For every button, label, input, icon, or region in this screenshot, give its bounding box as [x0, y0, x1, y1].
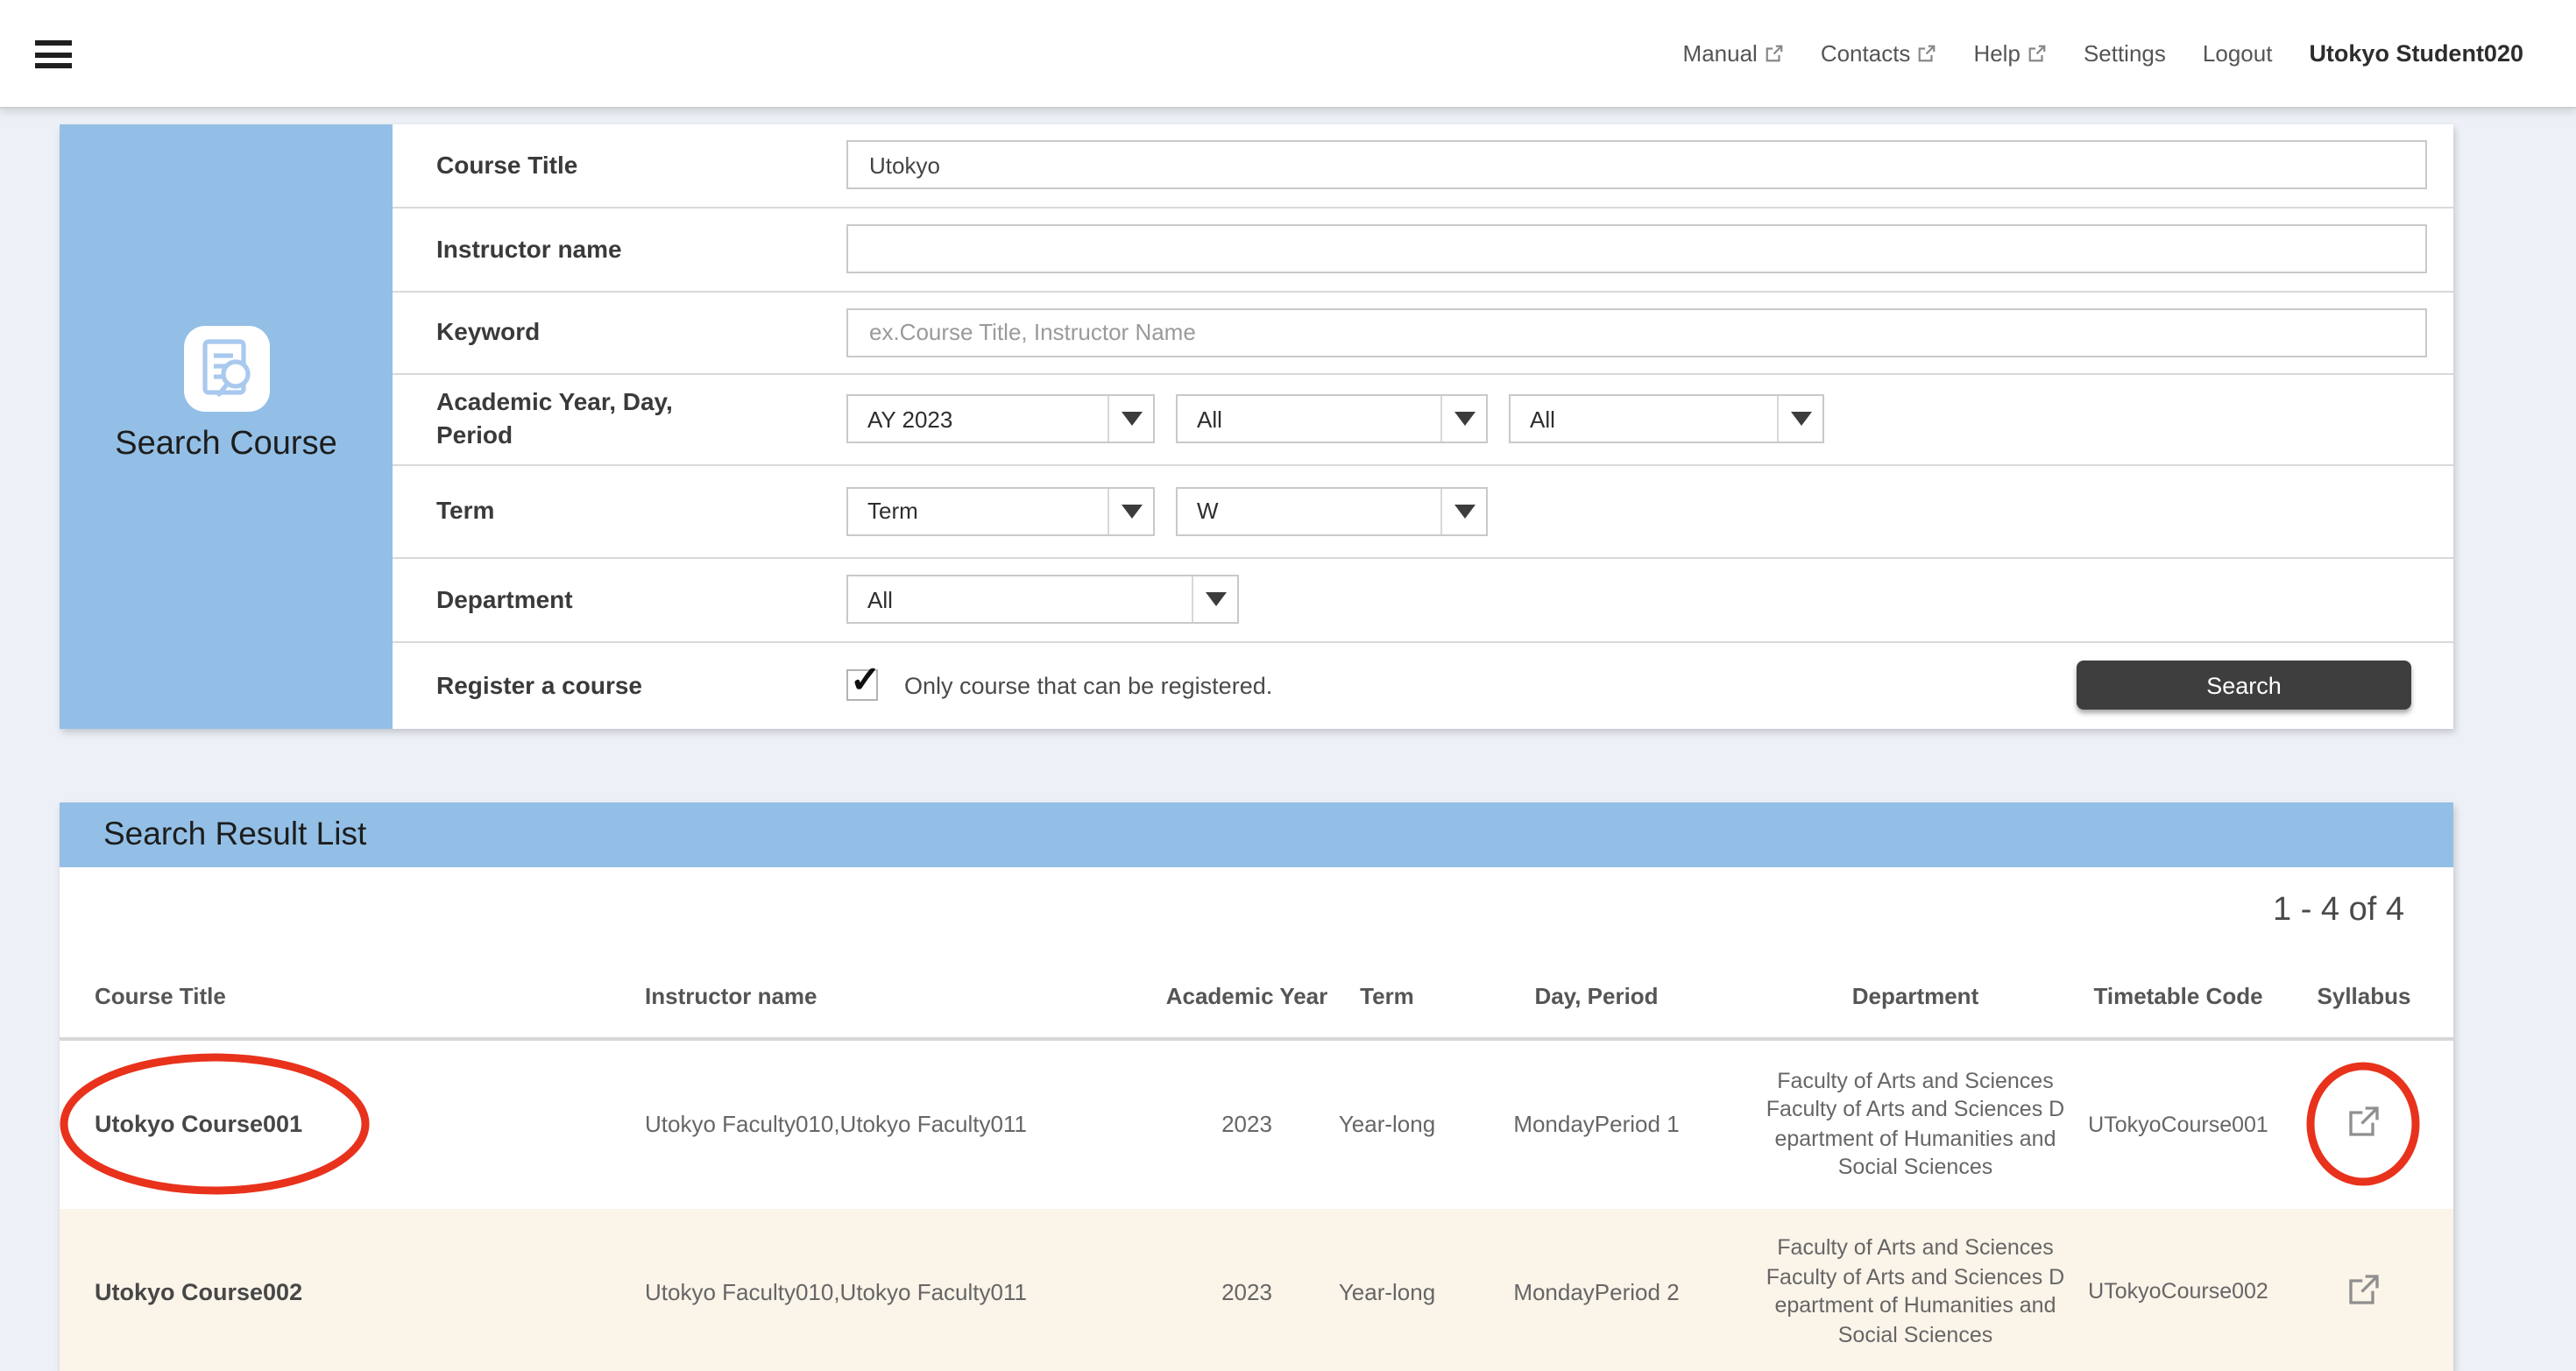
- department-cell: Faculty of Arts and Sciences Faculty of …: [1765, 1234, 2066, 1350]
- dropdown-arrow-icon: [1192, 576, 1237, 622]
- register-checkbox[interactable]: ✓: [846, 669, 878, 701]
- term-value-select-value: W: [1178, 488, 1440, 534]
- col-instructor-name: Instructor name: [603, 982, 1164, 1008]
- syllabus-external-link-icon[interactable]: [2346, 1272, 2381, 1307]
- instructor-cell: Utokyo Faculty010,Utokyo Faculty011: [603, 1112, 1164, 1138]
- top-bar: Manual Contacts Help Settings Logout Uto…: [0, 0, 2576, 107]
- academic-year-day-period-label: Academic Year, Day, Period: [436, 385, 717, 452]
- department-line: Faculty of Arts and Sciences Department …: [1765, 1096, 2066, 1183]
- period-select[interactable]: All: [1509, 394, 1824, 443]
- course-title-link[interactable]: Utokyo Course002: [95, 1279, 302, 1305]
- checkbox-check-icon: ✓: [850, 659, 881, 703]
- nav-logout[interactable]: Logout: [2203, 40, 2273, 67]
- dropdown-arrow-icon: [1440, 396, 1486, 442]
- col-department: Department: [1749, 982, 2082, 1008]
- search-course-title: Search Course: [60, 425, 393, 463]
- day-period-cell: MondayPeriod 1: [1444, 1112, 1749, 1138]
- external-link-icon: [2028, 44, 2047, 63]
- term-type-select-value: Term: [848, 488, 1108, 534]
- course-title-input[interactable]: [846, 140, 2427, 189]
- term-label: Term: [436, 494, 717, 527]
- nav-help-label: Help: [1973, 40, 2020, 67]
- col-term: Term: [1330, 982, 1444, 1008]
- nav-manual-label: Manual: [1683, 40, 1758, 67]
- form-row-keyword: Keyword: [393, 292, 2453, 374]
- department-select-value: All: [848, 576, 1192, 622]
- instructor-name-input[interactable]: [846, 224, 2427, 273]
- register-checkbox-label: Only course that can be registered.: [904, 672, 1272, 698]
- nav-settings-label: Settings: [2084, 40, 2166, 67]
- col-day-period: Day, Period: [1444, 982, 1749, 1008]
- col-timetable-code: Timetable Code: [2082, 982, 2275, 1008]
- department-line: Faculty of Arts and Sciences Department …: [1765, 1263, 2066, 1350]
- form-row-academic-year-day-period: Academic Year, Day, Period AY 2023 All A…: [393, 374, 2453, 465]
- search-course-sidebar: Search Course: [60, 124, 393, 728]
- hamburger-bar: [35, 52, 72, 57]
- external-link-icon: [1765, 44, 1784, 63]
- term-value-select[interactable]: W: [1176, 486, 1488, 535]
- nav-help[interactable]: Help: [1973, 40, 2047, 67]
- keyword-label: Keyword: [436, 315, 717, 349]
- result-count: 1 - 4 of 4: [60, 867, 2453, 953]
- search-result-panel: Search Result List 1 - 4 of 4 Course Tit…: [60, 802, 2453, 1371]
- search-button[interactable]: Search: [2077, 661, 2411, 710]
- keyword-input[interactable]: [846, 307, 2427, 357]
- nav-manual[interactable]: Manual: [1683, 40, 1784, 67]
- department-select[interactable]: All: [846, 575, 1239, 624]
- day-select-value: All: [1178, 396, 1440, 442]
- search-course-icon: [183, 325, 269, 411]
- page: Manual Contacts Help Settings Logout Uto…: [0, 0, 2576, 1371]
- form-row-course-title: Course Title: [393, 124, 2453, 208]
- nav-logout-label: Logout: [2203, 40, 2273, 67]
- department-line: Faculty of Arts and Sciences: [1765, 1067, 2066, 1096]
- academic-year-cell: 2023: [1164, 1112, 1330, 1138]
- result-list-title: Search Result List: [60, 802, 2453, 867]
- col-course-title: Course Title: [60, 982, 603, 1008]
- external-link-icon: [1917, 44, 1936, 63]
- term-type-select[interactable]: Term: [846, 486, 1155, 535]
- dropdown-arrow-icon: [1440, 488, 1486, 534]
- day-period-cell: MondayPeriod 2: [1444, 1279, 1749, 1305]
- col-academic-year: Academic Year: [1164, 982, 1330, 1008]
- course-title-label: Course Title: [436, 148, 717, 181]
- dropdown-arrow-icon: [1108, 488, 1153, 534]
- instructor-cell: Utokyo Faculty010,Utokyo Faculty011: [603, 1279, 1164, 1305]
- nav-contacts-label: Contacts: [1821, 40, 1911, 67]
- department-label: Department: [436, 583, 717, 616]
- period-select-value: All: [1511, 396, 1777, 442]
- hamburger-menu-icon[interactable]: [35, 40, 72, 74]
- dropdown-arrow-icon: [1777, 396, 1822, 442]
- form-row-department: Department All: [393, 558, 2453, 642]
- department-line: Faculty of Arts and Sciences: [1765, 1234, 2066, 1263]
- nav-settings[interactable]: Settings: [2084, 40, 2166, 67]
- term-cell: Year-long: [1330, 1279, 1444, 1305]
- instructor-name-label: Instructor name: [436, 232, 717, 265]
- timetable-code-cell: UTokyoCourse001: [2082, 1113, 2275, 1137]
- academic-year-cell: 2023: [1164, 1279, 1330, 1305]
- search-form: Course Title Instructor name Keyword Aca…: [393, 124, 2453, 728]
- form-row-register: Register a course ✓ Only course that can…: [393, 642, 2453, 728]
- syllabus-external-link-icon[interactable]: [2346, 1105, 2381, 1140]
- user-name: Utokyo Student020: [2309, 40, 2523, 67]
- register-course-label: Register a course: [436, 668, 717, 702]
- academic-year-select-value: AY 2023: [848, 396, 1108, 442]
- form-row-term: Term Term W: [393, 465, 2453, 558]
- department-cell: Faculty of Arts and Sciences Faculty of …: [1765, 1067, 2066, 1183]
- col-syllabus: Syllabus: [2275, 982, 2453, 1008]
- academic-year-select[interactable]: AY 2023: [846, 394, 1155, 443]
- hamburger-bar: [35, 40, 72, 46]
- top-nav: Manual Contacts Help Settings Logout Uto…: [1683, 0, 2523, 107]
- result-table-header: Course Title Instructor name Academic Ye…: [60, 953, 2453, 1041]
- course-title-link[interactable]: Utokyo Course001: [95, 1112, 302, 1138]
- form-row-instructor: Instructor name: [393, 208, 2453, 292]
- hamburger-bar: [35, 63, 72, 68]
- nav-contacts[interactable]: Contacts: [1821, 40, 1937, 67]
- day-select[interactable]: All: [1176, 394, 1488, 443]
- search-course-panel: Search Course Course Title Instructor na…: [60, 124, 2453, 728]
- result-row: Utokyo Course002 Utokyo Faculty010,Utoky…: [60, 1208, 2453, 1371]
- timetable-code-cell: UTokyoCourse002: [2082, 1280, 2275, 1304]
- result-row: Utokyo Course001 Utokyo Faculty010,Utoky…: [60, 1041, 2453, 1208]
- dropdown-arrow-icon: [1108, 396, 1153, 442]
- term-cell: Year-long: [1330, 1112, 1444, 1138]
